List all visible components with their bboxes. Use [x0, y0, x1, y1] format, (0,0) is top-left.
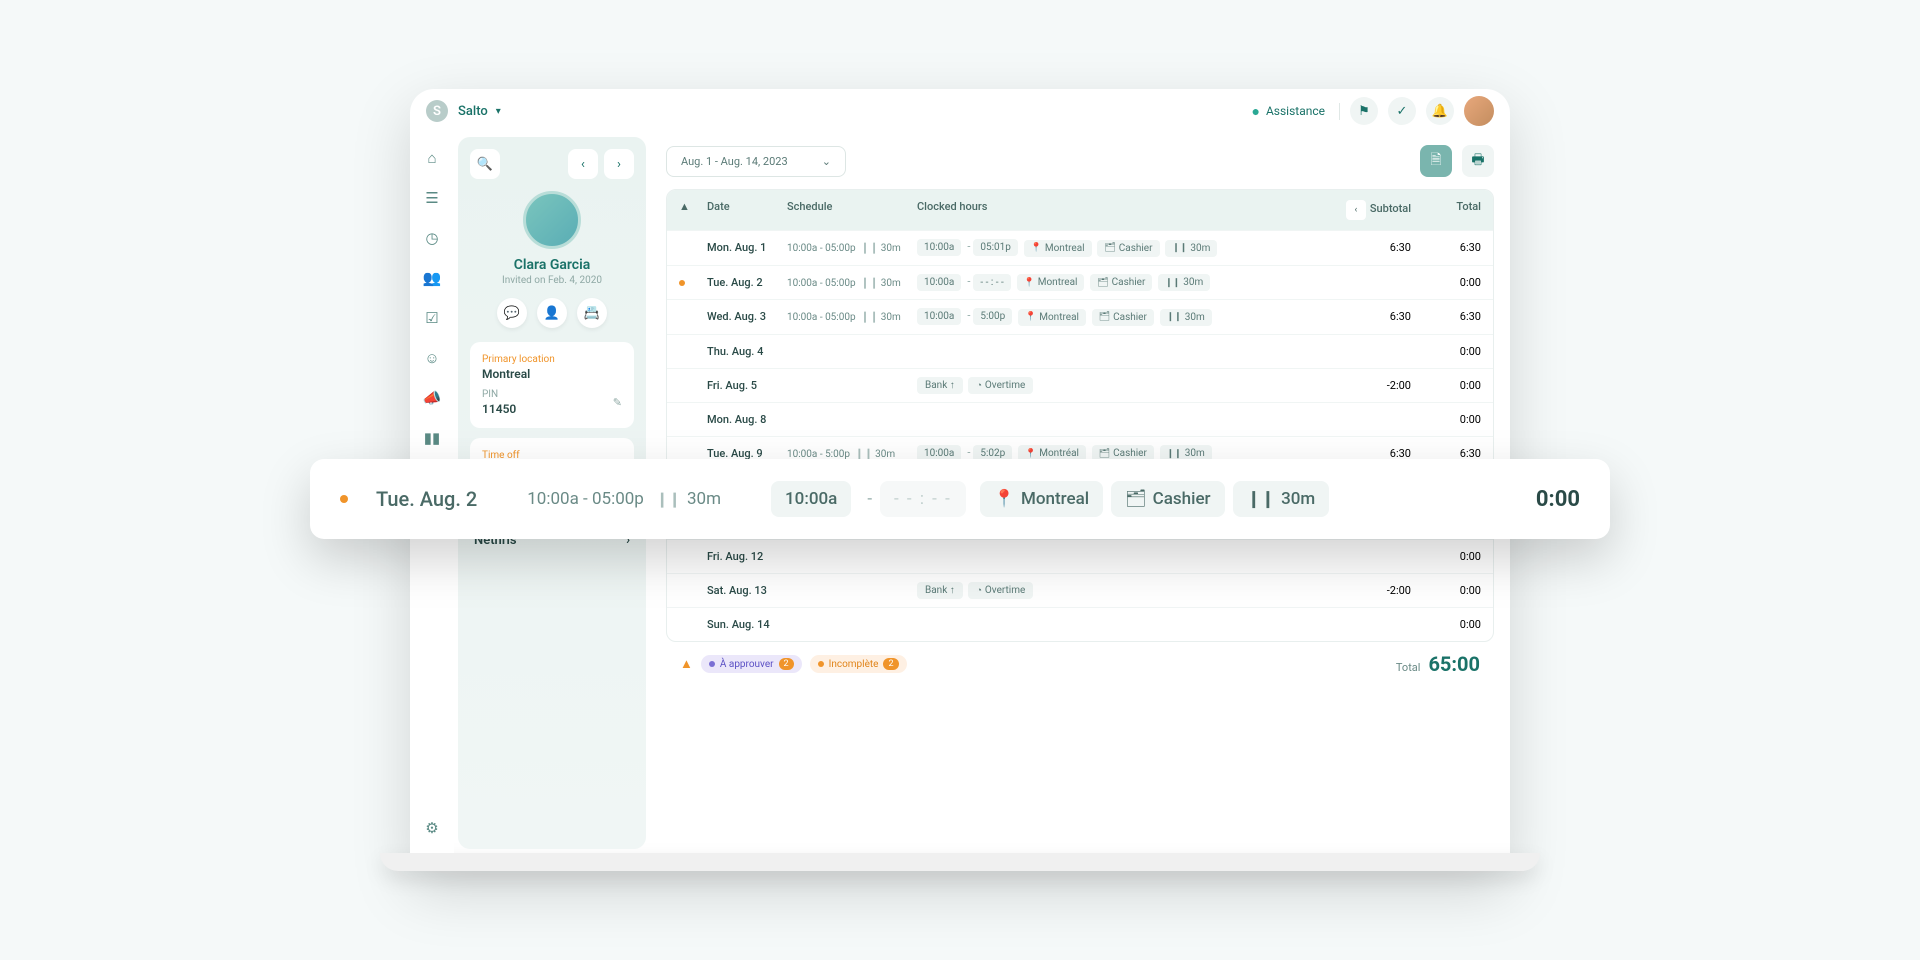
warning-icon: ▲ [680, 656, 693, 672]
overlay-schedule: 10:00a - 05:00p [527, 489, 644, 509]
profile-name: Clara Garcia [470, 257, 634, 273]
gift-icon[interactable]: ⚑ [1350, 97, 1378, 125]
table-row[interactable]: Mon. Aug. 110:00a - 05:00p ❙❙30m10:00a-0… [667, 230, 1493, 265]
date-range-select[interactable]: Aug. 1 - Aug. 14, 2023⌄ [666, 146, 846, 177]
topbar: S Salto ▾ ●Assistance ⚑ ✓ 🔔 [410, 89, 1510, 133]
assistance-link[interactable]: ●Assistance [1251, 103, 1340, 120]
bell-icon[interactable]: 🔔 [1426, 97, 1454, 125]
briefcase-icon: 🗂 [1125, 489, 1147, 509]
table-row[interactable]: Thu. Aug. 40:00 [667, 334, 1493, 368]
brand-name[interactable]: Salto [458, 104, 488, 119]
table-header: ▲ Date Schedule Clocked hours ‹Subtotal … [667, 190, 1493, 230]
avatar[interactable] [1464, 96, 1494, 126]
timesheet-table: ▲ Date Schedule Clocked hours ‹Subtotal … [666, 189, 1494, 642]
profile: Clara Garcia Invited on Feb. 4, 2020 💬 👤… [470, 191, 634, 328]
chevron-down-icon[interactable]: ▾ [496, 106, 501, 117]
chat-icon: ● [1251, 103, 1259, 120]
role-pill[interactable]: 🗂Cashier [1111, 481, 1225, 517]
location-pill[interactable]: 📍Montreal [980, 481, 1103, 517]
table-row[interactable]: Wed. Aug. 310:00a - 05:00p ❙❙30m10:00a-5… [667, 299, 1493, 334]
status-dot-icon [340, 495, 348, 503]
alert-icon: ▲ [679, 200, 707, 220]
smile-icon[interactable]: ☺ [423, 349, 441, 367]
clock-out-empty[interactable]: - - : - - [880, 481, 966, 517]
overlay-total: 0:00 [1536, 487, 1580, 512]
profile-invited: Invited on Feb. 4, 2020 [470, 275, 634, 286]
check-square-icon[interactable]: ☑ [423, 309, 441, 327]
table-row[interactable]: Sun. Aug. 140:00 [667, 607, 1493, 641]
edit-icon[interactable]: ✎ [613, 396, 622, 409]
megaphone-icon[interactable]: 📣 [423, 389, 441, 407]
prev-button[interactable]: ‹ [568, 149, 598, 179]
incomplete-badge[interactable]: Incomplète2 [810, 655, 907, 673]
person-icon[interactable]: 👤 [537, 298, 567, 328]
home-icon[interactable]: ⌂ [423, 149, 441, 167]
pause-pill[interactable]: ❙❙30m [1233, 481, 1330, 517]
clock-in-pill[interactable]: 10:00a [771, 481, 851, 517]
profile-avatar[interactable] [523, 191, 581, 249]
next-button[interactable]: › [604, 149, 634, 179]
check-icon[interactable]: ✓ [1388, 97, 1416, 125]
export-button[interactable]: 🗎 [1420, 145, 1452, 177]
chevron-down-icon: ⌄ [822, 155, 831, 168]
app-window: S Salto ▾ ●Assistance ⚑ ✓ 🔔 ⌂ ☰ ◷ 👥 ☑ ☺ … [410, 89, 1510, 871]
gear-icon[interactable]: ⚙ [423, 819, 441, 837]
approve-badge[interactable]: À approuver2 [701, 655, 802, 673]
people-icon[interactable]: 👥 [423, 269, 441, 287]
table-row[interactable]: Sat. Aug. 13Bank ↑ ◔ Overtime-2:000:00 [667, 573, 1493, 607]
table-row[interactable]: Fri. Aug. 5Bank ↑ ◔ Overtime-2:000:00 [667, 368, 1493, 402]
pause-icon: ❙❙ [1247, 489, 1276, 509]
brand-logo-icon: S [426, 100, 448, 122]
chat-icon[interactable]: 💬 [497, 298, 527, 328]
overlay-date: Tue. Aug. 2 [376, 487, 477, 511]
print-button[interactable]: 🖶 [1462, 145, 1494, 177]
table-row[interactable]: Fri. Aug. 120:00 [667, 539, 1493, 573]
collapse-icon[interactable]: ‹ [1346, 200, 1366, 220]
location-card: Primary location Montreal PIN 11450 ✎ [470, 342, 634, 428]
row-detail-overlay: Tue. Aug. 2 10:00a - 05:00p ❙❙ 30m 10:00… [310, 459, 1610, 539]
search-icon[interactable]: 🔍 [470, 149, 500, 179]
list-icon[interactable]: ☰ [423, 189, 441, 207]
contact-icon[interactable]: 📇 [577, 298, 607, 328]
table-row[interactable]: Tue. Aug. 210:00a - 05:00p ❙❙30m10:00a--… [667, 265, 1493, 300]
table-footer: ▲ À approuver2 Incomplète2 Total65:00 [666, 642, 1494, 686]
pause-icon: ❙❙ [656, 490, 681, 508]
table-row[interactable]: Mon. Aug. 80:00 [667, 402, 1493, 436]
laptop-base [380, 853, 1540, 871]
chart-icon[interactable]: ▮▮ [423, 429, 441, 447]
pin-icon: 📍 [994, 489, 1015, 509]
clock-icon[interactable]: ◷ [423, 229, 441, 247]
